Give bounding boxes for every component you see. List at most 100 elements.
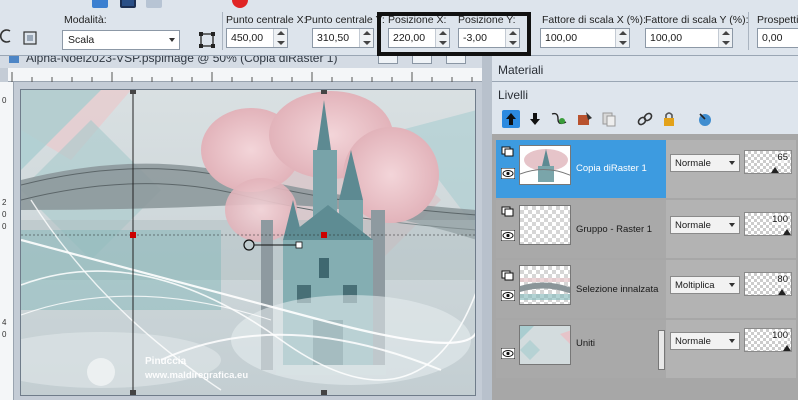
ruler-number: 0 — [2, 222, 7, 231]
frame-icon[interactable] — [120, 0, 136, 8]
blend-mode-value: Moltiplica — [675, 280, 715, 291]
chevron-down-icon — [169, 38, 175, 42]
blend-mode-select[interactable]: Normale — [670, 216, 740, 234]
document-icon — [9, 56, 19, 63]
opacity-value: 100 — [772, 214, 788, 225]
eye-icon[interactable] — [501, 290, 515, 301]
layer-row-main[interactable]: Copia diRaster 1 — [496, 140, 666, 198]
center-y-label: Punto centrale Y: — [305, 14, 385, 26]
center-x-input[interactable]: 450,00 — [226, 28, 288, 48]
layer-group-icon[interactable] — [501, 146, 515, 157]
ruler-horizontal — [8, 68, 482, 82]
scale-y-value: 100,00 — [650, 32, 683, 44]
layer-row[interactable]: Gruppo - Raster 1 Normale 100 — [496, 200, 796, 258]
image-window-titlebar[interactable]: Alpha-Noel2023-VSP.pspimage @ 50% (Copia… — [0, 56, 482, 68]
scale-x-spin-buttons[interactable] — [615, 29, 629, 47]
record-icon[interactable] — [232, 0, 248, 8]
deform-icon[interactable] — [22, 30, 38, 46]
ruler-number: 2 — [2, 198, 7, 207]
chevron-down-icon — [729, 283, 735, 287]
layer-thumbnail — [519, 145, 571, 185]
layer-row-main[interactable]: Selezione innalzata — [496, 260, 666, 318]
chevron-down-icon — [729, 223, 735, 227]
materials-title: Materiali — [498, 63, 544, 77]
blend-mode-value: Normale — [675, 336, 711, 347]
chevron-down-icon — [729, 161, 735, 165]
canvas-artwork — [21, 90, 475, 395]
blend-mode-select[interactable]: Normale — [670, 154, 740, 172]
layer-controls: Moltiplica 80 — [666, 260, 796, 318]
layer-row[interactable]: Copia diRaster 1 Normale 65 — [496, 140, 796, 198]
close-button[interactable] — [446, 56, 466, 64]
scale-x-input[interactable]: 100,00 — [540, 28, 630, 48]
center-x-value: 450,00 — [231, 32, 264, 44]
layer-row-main[interactable]: Uniti — [496, 320, 666, 378]
watermark-name: Pinuccia — [145, 356, 187, 367]
layer-row[interactable]: Uniti Normale 100 — [496, 320, 796, 378]
layer-group-icon[interactable] — [501, 270, 515, 281]
center-x-spin-buttons[interactable] — [273, 29, 287, 47]
layer-list: Copia diRaster 1 Normale 65 Gruppo - Ras… — [492, 134, 798, 400]
blend-mode-value: Normale — [675, 220, 711, 231]
layer-controls: Normale 100 — [666, 200, 796, 258]
opacity-slider[interactable]: 100 — [744, 212, 792, 236]
separator — [222, 12, 223, 50]
layer-name: Copia diRaster 1 — [576, 163, 647, 174]
scale-y-label: Fattore di scala Y (%): — [645, 14, 749, 26]
eye-icon[interactable] — [501, 168, 515, 179]
arrow-up-icon[interactable] — [502, 110, 520, 128]
opacity-slider-thumb[interactable] — [783, 229, 791, 235]
layers-title: Livelli — [498, 88, 529, 102]
play-icon[interactable] — [92, 0, 108, 8]
opacity-slider-thumb[interactable] — [777, 289, 786, 295]
center-y-spin-buttons[interactable] — [359, 29, 373, 47]
layers-panel: Livelli Copia diRaster 1 Normale 65 Grup… — [492, 82, 798, 400]
opacity-slider-thumb[interactable] — [770, 167, 779, 173]
toolbar-icon-strip — [0, 0, 260, 10]
scale-y-spin-buttons[interactable] — [718, 29, 732, 47]
ruler-number: 0 — [2, 96, 7, 105]
eye-icon[interactable] — [501, 348, 515, 359]
minimize-button[interactable] — [378, 56, 398, 64]
opacity-value: 65 — [777, 152, 788, 163]
image-window: Alpha-Noel2023-VSP.pspimage @ 50% (Copia… — [0, 56, 482, 400]
opacity-slider[interactable]: 80 — [744, 272, 792, 296]
panel-splitter[interactable] — [482, 56, 492, 400]
opacity-slider-thumb[interactable] — [783, 345, 791, 351]
mode-value: Scala — [68, 34, 95, 46]
blend-mode-select[interactable]: Moltiplica — [670, 276, 740, 294]
opacity-slider[interactable]: 65 — [744, 150, 792, 174]
maximize-button[interactable] — [412, 56, 432, 64]
scale-x-label: Fattore di scala X (%): — [542, 14, 646, 26]
blend-mode-select[interactable]: Normale — [670, 332, 740, 350]
reset-icon[interactable] — [0, 28, 12, 44]
layer-thumbnail — [519, 265, 571, 305]
layer-thumbnail — [519, 205, 571, 245]
layer-group-icon[interactable] — [501, 206, 515, 217]
link-icon[interactable] — [636, 110, 654, 128]
mode-select[interactable]: Scala — [62, 30, 180, 50]
layer-name: Gruppo - Raster 1 — [576, 224, 653, 235]
duplicate-layer-icon[interactable] — [600, 110, 618, 128]
mask-icon[interactable] — [696, 110, 714, 128]
layer-row[interactable]: Selezione innalzata Moltiplica 80 — [496, 260, 796, 318]
pick-tool-icon[interactable] — [198, 31, 216, 49]
arrow-down-icon[interactable] — [526, 110, 544, 128]
perspective-input[interactable]: 0,00 — [757, 28, 798, 48]
blank-icon[interactable] — [146, 0, 162, 8]
mode-label: Modalità: — [64, 14, 107, 26]
layer-properties-icon[interactable] — [576, 110, 594, 128]
layer-row-main[interactable]: Gruppo - Raster 1 — [496, 200, 666, 258]
layer-thumbnail — [519, 325, 571, 365]
layer-name: Selezione innalzata — [576, 284, 659, 295]
layer-controls: Normale 100 — [666, 320, 796, 378]
opacity-slider[interactable]: 100 — [744, 328, 792, 352]
lock-icon[interactable] — [660, 110, 678, 128]
link-visibility-icon[interactable] — [550, 110, 568, 128]
scale-y-input[interactable]: 100,00 — [645, 28, 733, 48]
eye-icon[interactable] — [501, 230, 515, 241]
image-canvas[interactable]: Pinuccia www.maldiregrafica.eu — [20, 89, 476, 396]
materials-panel-header[interactable]: Materiali — [492, 56, 798, 82]
center-y-input[interactable]: 310,50 — [312, 28, 374, 48]
layers-scroll-handle[interactable] — [658, 330, 665, 370]
